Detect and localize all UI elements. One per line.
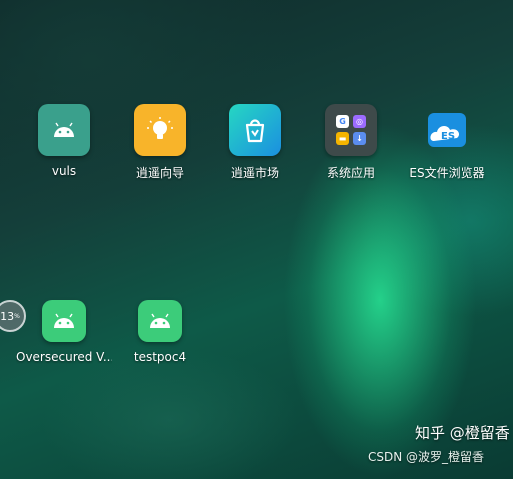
svg-text:ES: ES (441, 131, 455, 142)
android-icon (38, 104, 90, 156)
shopping-bag-icon (229, 104, 281, 156)
app-system-apps-folder[interactable]: G ◎ ▬ ↓ 系统应用 (303, 104, 399, 181)
app-es-file-explorer[interactable]: ES ES文件浏览器 (399, 104, 495, 181)
csdn-watermark: CSDN @波罗_橙留香 (368, 450, 485, 464)
app-vuls[interactable]: vuls (16, 104, 112, 178)
app-label: 逍遥市场 (230, 166, 279, 180)
app-label: 逍遥向导 (135, 166, 184, 180)
app-label: testpoc4 (133, 350, 187, 364)
app-xiaoyao-guide[interactable]: 逍遥向导 (112, 104, 208, 181)
progress-value: 13 (0, 309, 15, 323)
app-label: ES文件浏览器 (409, 166, 485, 180)
android-icon (42, 300, 86, 342)
zhihu-watermark: 知乎 @橙留香 (415, 424, 510, 442)
folder-icon: G ◎ ▬ ↓ (325, 104, 377, 156)
app-label: 系统应用 (326, 166, 375, 180)
app-label: vuls (51, 164, 77, 178)
es-cloud-icon: ES (421, 104, 473, 156)
lightbulb-icon (134, 104, 186, 156)
app-testpoc4[interactable]: testpoc4 (112, 300, 208, 364)
app-xiaoyao-market[interactable]: 逍遥市场 (207, 104, 303, 181)
android-icon (138, 300, 182, 342)
app-oversecured[interactable]: Oversecured V... (16, 300, 112, 364)
app-label: Oversecured V... (16, 350, 112, 364)
